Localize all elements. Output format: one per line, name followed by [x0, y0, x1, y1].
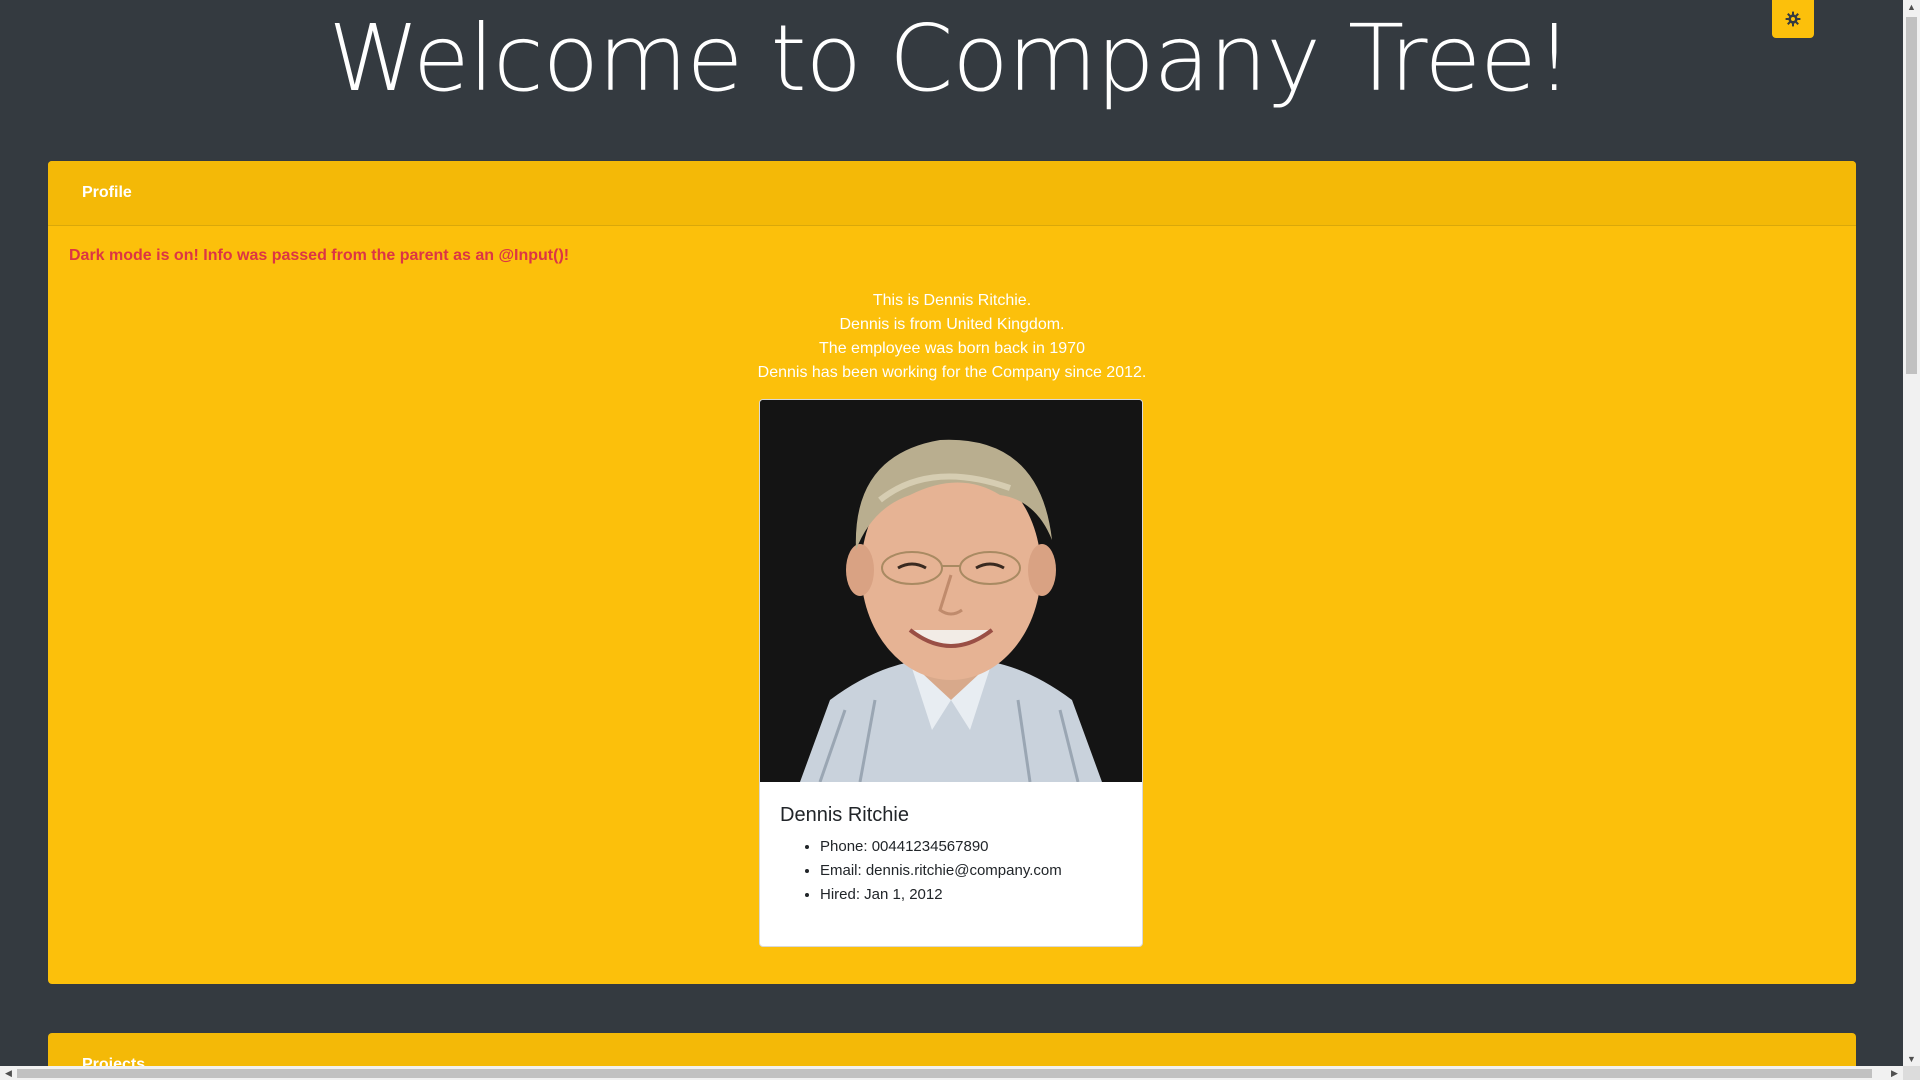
scroll-right-icon[interactable]: ▶	[1886, 1066, 1903, 1080]
page-title: Welcome to Company Tree!	[328, 5, 1572, 112]
vertical-scrollbar[interactable]: ▲ ▼	[1903, 0, 1920, 1066]
scroll-up-icon[interactable]: ▲	[1903, 0, 1920, 14]
horizontal-scroll-thumb[interactable]	[17, 1069, 1872, 1078]
profile-card-header: Profile	[48, 161, 1856, 226]
scroll-down-icon[interactable]: ▼	[1903, 1052, 1920, 1066]
dark-mode-notice: Dark mode is on! Info was passed from th…	[69, 247, 570, 264]
gear-icon	[1785, 11, 1801, 27]
employee-photo	[760, 400, 1142, 782]
employee-details: Phone: 00441234567890 Email: dennis.ritc…	[760, 835, 1142, 907]
theme-toggle-button[interactable]	[1772, 0, 1814, 38]
employee-intro: This is Dennis Ritchie. Dennis is from U…	[48, 289, 1856, 385]
projects-card-header: Projects	[48, 1033, 1856, 1066]
projects-card: Projects	[48, 1033, 1856, 1066]
scroll-left-icon[interactable]: ◀	[0, 1066, 17, 1080]
horizontal-scrollbar[interactable]: ◀ ▶	[0, 1066, 1903, 1080]
employee-email: Email: dennis.ritchie@company.com	[820, 859, 1142, 883]
employee-phone: Phone: 00441234567890	[820, 835, 1142, 859]
intro-line: Dennis has been working for the Company …	[757, 364, 1147, 381]
scrollbar-corner	[1903, 1066, 1920, 1080]
vertical-scroll-thumb[interactable]	[1906, 17, 1917, 374]
employee-card: Dennis Ritchie Phone: 00441234567890 Ema…	[759, 399, 1143, 947]
page: Welcome to Company Tree! Profile Dark mo…	[0, 0, 1900, 1066]
employee-hired: Hired: Jan 1, 2012	[820, 883, 1142, 907]
intro-line: Dennis is from United Kingdom.	[839, 316, 1065, 333]
profile-card: Profile Dark mode is on! Info was passed…	[48, 161, 1856, 984]
intro-line: This is Dennis Ritchie.	[872, 292, 1032, 309]
employee-name: Dennis Ritchie	[780, 804, 909, 826]
intro-line: The employee was born back in 1970	[819, 340, 1085, 357]
